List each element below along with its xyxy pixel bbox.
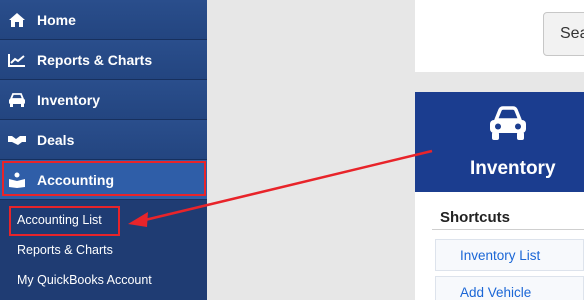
annotation-arrow <box>128 149 433 227</box>
